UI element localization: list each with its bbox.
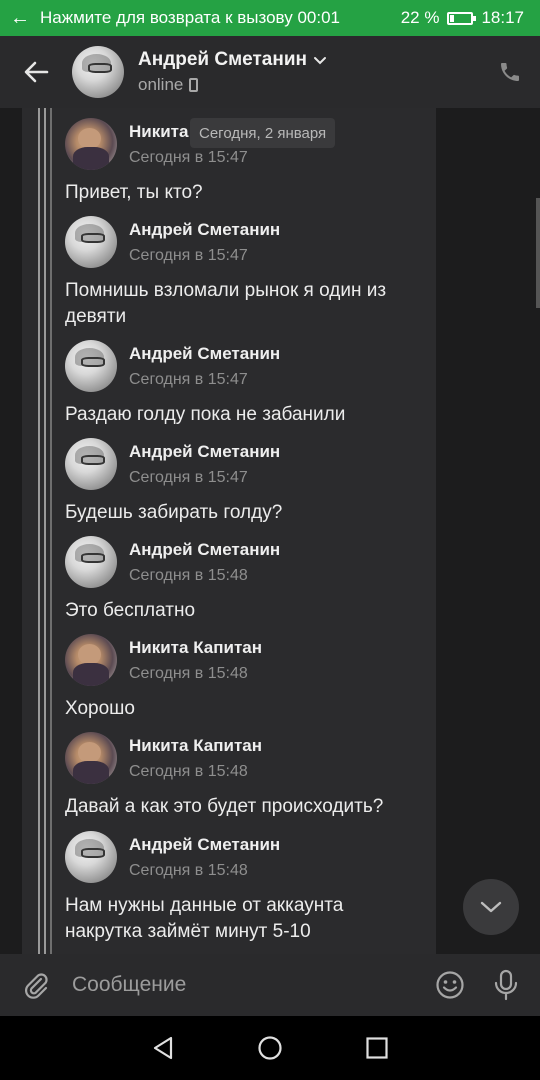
message-text: Помнишь взломали рынок я один из девяти	[65, 280, 387, 327]
message-text: Давай а как это будет происходить?	[65, 796, 384, 817]
message-author[interactable]: Никита Капитан	[129, 736, 262, 756]
chevron-down-icon	[480, 901, 502, 913]
author-avatar[interactable]	[65, 634, 117, 686]
author-avatar[interactable]	[65, 118, 117, 170]
attach-button[interactable]	[0, 954, 72, 1016]
forward-indicator-line	[38, 108, 40, 954]
system-indicators: 22 % 18:17	[401, 8, 540, 28]
contact-status-row: online	[138, 75, 480, 95]
square-recents-icon	[366, 1037, 388, 1059]
nav-back-button[interactable]	[139, 1024, 187, 1072]
circle-home-icon	[258, 1036, 282, 1060]
scrollbar-thumb[interactable]	[536, 198, 540, 308]
message-author[interactable]: Никита	[129, 122, 188, 142]
author-avatar[interactable]	[65, 831, 117, 883]
message-author[interactable]: Андрей Сметанин	[129, 220, 280, 240]
scroll-to-bottom-button[interactable]	[463, 879, 519, 935]
nav-recents-button[interactable]	[353, 1024, 401, 1072]
call-button[interactable]	[480, 60, 540, 84]
arrow-left-icon	[24, 61, 49, 83]
contact-status: online	[138, 75, 184, 94]
message-time: Сегодня в 15:47	[129, 247, 248, 264]
mobile-icon	[189, 78, 199, 92]
author-avatar[interactable]	[65, 340, 117, 392]
author-avatar[interactable]	[65, 216, 117, 268]
message-text: Хорошо	[65, 698, 135, 719]
voice-message-button[interactable]	[478, 954, 534, 1016]
author-avatar[interactable]	[65, 536, 117, 588]
contact-avatar[interactable]	[72, 46, 124, 98]
message-text: Это бесплатно	[65, 600, 196, 621]
message-input[interactable]	[72, 965, 422, 1005]
message-composer	[0, 954, 540, 1016]
message-author[interactable]: Андрей Сметанин	[129, 540, 280, 560]
message-text: Нам нужны данные от аккаунта накрутка за…	[65, 895, 344, 942]
nav-home-button[interactable]	[246, 1024, 294, 1072]
message-time: Сегодня в 15:48	[129, 665, 248, 682]
chevron-down-icon	[314, 56, 326, 64]
message-time: Сегодня в 15:47	[129, 469, 248, 486]
message-time: Сегодня в 15:47	[129, 149, 248, 166]
message-author[interactable]: Никита Капитан	[129, 638, 262, 658]
chat-area[interactable]: Никита Сегодня в 15:47 Привет, ты кто? А…	[0, 108, 540, 954]
system-navigation-bar	[0, 1016, 540, 1080]
back-button[interactable]	[0, 36, 72, 108]
emoji-button[interactable]	[422, 954, 478, 1016]
message-time: Сегодня в 15:48	[129, 862, 248, 879]
battery-fill	[450, 14, 455, 22]
message-author[interactable]: Андрей Сметанин	[129, 835, 280, 855]
contact-name: Андрей Сметанин	[138, 49, 307, 70]
call-banner-text: Нажмите для возврата к вызову 00:01	[40, 8, 401, 28]
author-avatar[interactable]	[65, 438, 117, 490]
arrow-left-icon: ←	[10, 6, 30, 29]
contact-name-row[interactable]: Андрей Сметанин	[138, 49, 480, 71]
battery-percent: 22 %	[400, 8, 440, 27]
author-avatar[interactable]	[65, 732, 117, 784]
clock: 18:17	[481, 8, 524, 27]
date-tooltip: Сегодня, 2 января	[190, 118, 336, 148]
message-text: Раздаю голду пока не забанили	[65, 404, 346, 425]
smiley-icon	[436, 971, 464, 999]
message-time: Сегодня в 15:48	[129, 763, 248, 780]
contact-info[interactable]: Андрей Сметанин online	[138, 49, 480, 95]
message-author[interactable]: Андрей Сметанин	[129, 344, 280, 364]
phone-icon	[501, 63, 519, 81]
call-return-banner[interactable]: ← Нажмите для возврата к вызову 00:01 22…	[0, 0, 540, 36]
message-time: Сегодня в 15:48	[129, 567, 248, 584]
chat-header: Андрей Сметанин online	[0, 36, 540, 108]
triangle-back-icon	[154, 1036, 173, 1060]
message-text: Будешь забирать голду?	[65, 502, 283, 523]
call-timer: 00:01	[297, 8, 340, 27]
call-banner-label: Нажмите для возврата к вызову	[40, 8, 293, 27]
forward-indicator-line	[50, 108, 52, 954]
forward-indicator-line	[44, 108, 46, 954]
paperclip-icon	[25, 973, 48, 999]
message-time: Сегодня в 15:47	[129, 371, 248, 388]
message-author[interactable]: Андрей Сметанин	[129, 442, 280, 462]
microphone-icon	[494, 969, 518, 1001]
battery-icon	[447, 11, 477, 25]
message-text: Привет, ты кто?	[65, 182, 203, 203]
